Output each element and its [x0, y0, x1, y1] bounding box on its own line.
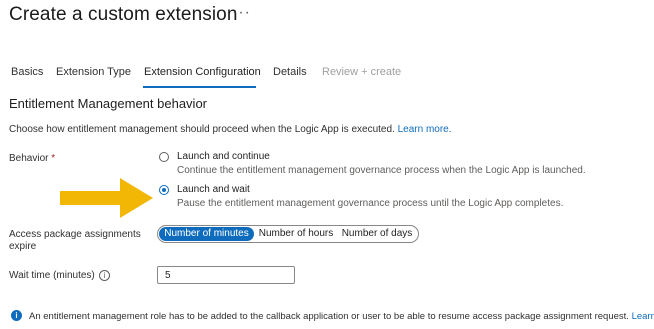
learn-more-link[interactable]: Learn more. — [398, 124, 452, 135]
expire-label-line1: Access package assignments — [9, 229, 141, 240]
pill-number-of-hours[interactable]: Number of hours — [256, 227, 336, 241]
behavior-label-text: Behavior — [9, 153, 49, 164]
behavior-label: Behavior * — [9, 153, 55, 164]
required-marker: * — [51, 153, 56, 164]
pill-number-of-minutes[interactable]: Number of minutes — [159, 227, 254, 241]
active-tab-indicator — [143, 86, 256, 88]
more-options-button[interactable]: ··· — [232, 4, 251, 22]
section-description: Choose how entitlement management should… — [9, 124, 452, 135]
tab-extension-configuration[interactable]: Extension Configuration — [144, 66, 261, 78]
expire-unit-toggle: Number of minutes Number of hours Number… — [157, 225, 419, 243]
section-title: Entitlement Management behavior — [9, 96, 208, 111]
option-launch-and-continue-description: Continue the entitlement management gove… — [177, 165, 586, 176]
description-text: Choose how entitlement management should… — [9, 124, 395, 135]
pill-number-of-days[interactable]: Number of days — [339, 227, 415, 241]
expire-label-line2: expire — [9, 241, 37, 252]
wait-time-label: Wait time (minutes) — [9, 270, 95, 281]
page-title: Create a custom extension — [9, 4, 238, 25]
info-icon[interactable]: i — [99, 270, 110, 281]
info-note-text: An entitlement management role has to be… — [29, 311, 629, 322]
wait-time-input[interactable] — [157, 266, 295, 284]
info-learn-more-link[interactable]: Learn more. — [632, 311, 654, 322]
tab-review-create: Review + create — [322, 66, 402, 78]
info-filled-icon: i — [11, 310, 22, 321]
annotation-arrow-shape — [60, 178, 153, 218]
radio-launch-and-wait[interactable] — [159, 185, 169, 195]
tab-extension-type[interactable]: Extension Type — [56, 66, 131, 78]
info-note: An entitlement management role has to be… — [29, 311, 654, 322]
option-launch-and-continue-label[interactable]: Launch and continue — [177, 151, 270, 162]
radio-launch-and-continue[interactable] — [159, 152, 169, 162]
annotation-arrow-icon — [60, 178, 153, 218]
tab-basics[interactable]: Basics — [11, 66, 43, 78]
expire-label: Access package assignments expire — [9, 229, 141, 253]
option-launch-and-wait-label[interactable]: Launch and wait — [177, 184, 250, 195]
option-launch-and-wait-description: Pause the entitlement management governa… — [177, 198, 564, 209]
tab-details[interactable]: Details — [273, 66, 307, 78]
